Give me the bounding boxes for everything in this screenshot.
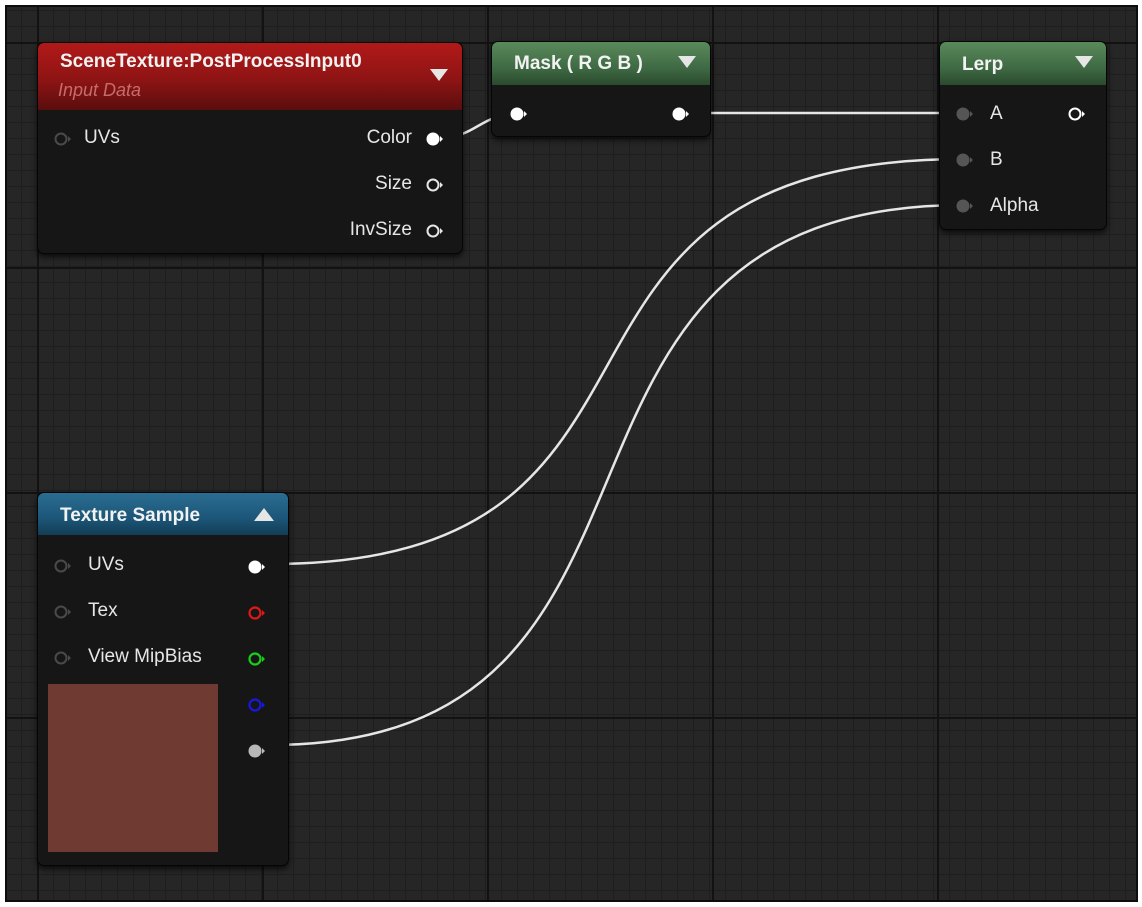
- input-pin-alpha[interactable]: [956, 198, 974, 214]
- input-pin-mask[interactable]: [510, 106, 528, 122]
- output-pin-color[interactable]: [426, 131, 444, 147]
- output-pin-a[interactable]: [248, 743, 266, 759]
- mask-header[interactable]: Mask ( R G B ): [492, 42, 710, 85]
- input-pin-view-mipbias[interactable]: [54, 650, 72, 666]
- scene-texture-node[interactable]: SceneTexture:PostProcessInput0 Input Dat…: [37, 42, 463, 254]
- input-label-uvs: UVs: [84, 127, 120, 148]
- texture-sample-node[interactable]: Texture Sample UVs Tex View MipBias: [37, 492, 289, 866]
- collapse-arrow-icon[interactable]: [1075, 56, 1093, 68]
- node-title: SceneTexture:PostProcessInput0: [60, 51, 362, 72]
- output-label-color: Color: [366, 127, 412, 148]
- node-subtitle: Input Data: [58, 80, 142, 100]
- output-pin-size[interactable]: [426, 177, 444, 193]
- node-title: Lerp: [962, 54, 1004, 75]
- collapse-arrow-icon[interactable]: [430, 69, 448, 81]
- output-pin-r[interactable]: [248, 605, 266, 621]
- collapse-arrow-icon[interactable]: [678, 56, 696, 68]
- input-label-view-mipbias: View MipBias: [88, 646, 202, 667]
- output-pin-invsize[interactable]: [426, 223, 444, 239]
- output-label-invsize: InvSize: [349, 219, 412, 240]
- node-title: Texture Sample: [60, 505, 201, 526]
- input-pin-uvs[interactable]: [54, 558, 72, 574]
- node-title: Mask ( R G B ): [514, 53, 643, 74]
- mask-node[interactable]: Mask ( R G B ): [491, 41, 711, 137]
- input-label-uvs: UVs: [88, 554, 124, 575]
- input-pin-b[interactable]: [956, 152, 974, 168]
- expand-arrow-icon[interactable]: [254, 508, 274, 521]
- output-pin-lerp[interactable]: [1068, 106, 1086, 122]
- lerp-node[interactable]: Lerp A B Alpha: [939, 41, 1107, 230]
- scene-texture-header[interactable]: SceneTexture:PostProcessInput0 Input Dat…: [38, 43, 462, 110]
- lerp-header[interactable]: Lerp: [940, 42, 1106, 85]
- texture-sample-header[interactable]: Texture Sample: [38, 493, 288, 535]
- texture-preview-swatch: [48, 684, 218, 852]
- output-pin-b[interactable]: [248, 697, 266, 713]
- input-label-tex: Tex: [88, 600, 118, 621]
- output-pin-rgb[interactable]: [248, 559, 266, 575]
- input-label-b: B: [990, 149, 1003, 170]
- output-pin-g[interactable]: [248, 651, 266, 667]
- input-pin-tex[interactable]: [54, 604, 72, 620]
- input-label-alpha: Alpha: [990, 195, 1039, 216]
- input-pin-a[interactable]: [956, 106, 974, 122]
- input-pin-uvs[interactable]: [54, 131, 72, 147]
- material-graph-canvas[interactable]: SceneTexture:PostProcessInput0 Input Dat…: [5, 5, 1138, 902]
- wire-alpha-to-lerp-alpha[interactable]: [269, 203, 965, 747]
- input-label-a: A: [990, 103, 1003, 124]
- output-pin-mask[interactable]: [672, 106, 690, 122]
- output-label-size: Size: [375, 173, 412, 194]
